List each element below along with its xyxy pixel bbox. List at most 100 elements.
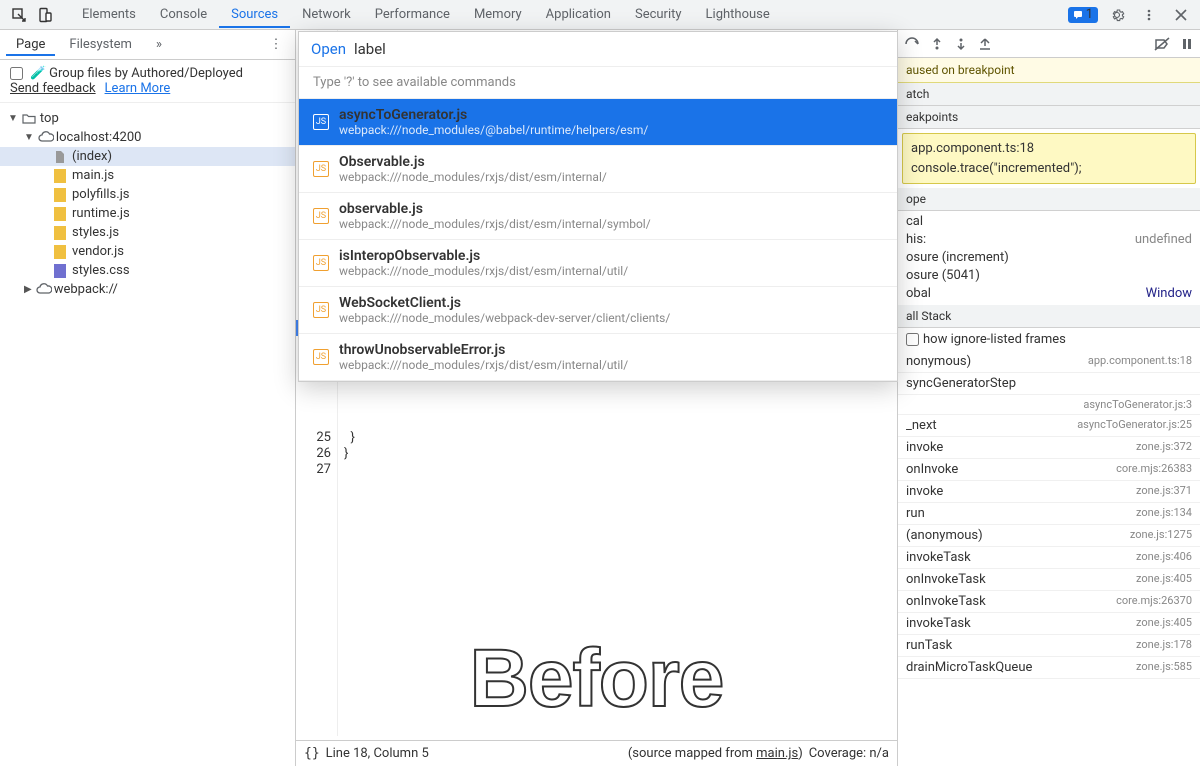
tree-item[interactable]: ▼localhost:4200 [0, 128, 295, 147]
learn-more-link[interactable]: Learn More [105, 81, 171, 96]
tree-item[interactable]: styles.js [0, 223, 295, 242]
step-into-icon[interactable] [954, 37, 968, 51]
feedback-link[interactable]: Send feedback [10, 81, 96, 96]
show-ignored-checkbox[interactable]: how ignore-listed frames [898, 328, 1200, 351]
resume-icon[interactable] [904, 37, 920, 51]
js-icon [54, 207, 68, 221]
tab-performance[interactable]: Performance [363, 1, 462, 28]
tree-item[interactable]: runtime.js [0, 204, 295, 223]
authored-label: Group files by Authored/Deployed [49, 66, 243, 81]
command-result[interactable]: JSthrowUnobservableError.jswebpack:///no… [299, 334, 897, 381]
debugger-toolbar [898, 30, 1200, 58]
scope-section[interactable]: ope [898, 188, 1200, 211]
navigator-panel: Page Filesystem » ⋮ 🧪 Group files by Aut… [0, 30, 296, 766]
source-map-info: (source mapped from main.js) [628, 746, 803, 761]
file-icon: JS [313, 208, 329, 224]
tree-label: (index) [72, 149, 112, 164]
callstack-frame[interactable]: invokezone.js:371 [898, 481, 1200, 503]
callstack-frame[interactable]: onInvokecore.mjs:26383 [898, 459, 1200, 481]
callstack-frame[interactable]: syncGeneratorStep [898, 373, 1200, 395]
tree-item[interactable]: styles.css [0, 261, 295, 280]
watch-section[interactable]: atch [898, 83, 1200, 106]
overflow-icon[interactable]: » [150, 36, 168, 54]
more-icon[interactable] [1140, 6, 1158, 24]
authored-checkbox[interactable] [10, 67, 23, 80]
callstack-frame[interactable]: runTaskzone.js:178 [898, 635, 1200, 657]
callstack-frame[interactable]: runzone.js:134 [898, 503, 1200, 525]
breakpoints-section[interactable]: eakpoints [898, 106, 1200, 129]
issues-badge[interactable]: 1 [1068, 7, 1098, 23]
debugger-panel: aused on breakpoint atch eakpoints app.c… [898, 30, 1200, 766]
cloud-icon [36, 283, 50, 297]
scope-row[interactable]: cal [906, 213, 1192, 231]
file-icon: JS [313, 161, 329, 177]
device-icon[interactable] [36, 6, 54, 24]
tree-label: styles.css [72, 263, 130, 278]
js-icon [54, 188, 68, 202]
tree-item[interactable]: main.js [0, 166, 295, 185]
callstack-frame[interactable]: nonymous)app.component.ts:18 [898, 351, 1200, 373]
breakpoint-item[interactable]: app.component.ts:18 console.trace("incre… [902, 133, 1196, 184]
tree-label: main.js [72, 168, 114, 183]
close-icon[interactable] [1172, 6, 1190, 24]
command-result[interactable]: JSobservable.jswebpack:///node_modules/r… [299, 193, 897, 240]
paused-message: aused on breakpoint [898, 58, 1200, 83]
callstack-frame[interactable]: invokezone.js:372 [898, 437, 1200, 459]
command-result[interactable]: JSisInteropObservable.jswebpack:///node_… [299, 240, 897, 287]
tree-label: polyfills.js [72, 187, 130, 202]
tab-security[interactable]: Security [623, 1, 694, 28]
tree-label: vendor.js [72, 244, 124, 259]
tree-item[interactable]: ▼top [0, 109, 295, 128]
callstack-frame[interactable]: invokeTaskzone.js:406 [898, 547, 1200, 569]
callstack-frame[interactable]: invokeTaskzone.js:405 [898, 613, 1200, 635]
callstack-frame[interactable]: (anonymous)zone.js:1275 [898, 525, 1200, 547]
more-nav-icon[interactable]: ⋮ [267, 36, 285, 54]
tree-label: localhost:4200 [56, 130, 142, 145]
file-icon: JS [313, 349, 329, 365]
file-icon: JS [313, 114, 329, 130]
tab-network[interactable]: Network [290, 1, 363, 28]
step-out-icon[interactable] [978, 37, 992, 51]
callstack-frame[interactable]: drainMicroTaskQueuezone.js:585 [898, 657, 1200, 679]
tree-item[interactable]: polyfills.js [0, 185, 295, 204]
flask-icon: 🧪 [30, 66, 46, 81]
callstack-frame[interactable]: _nextasyncToGenerator.js:25 [898, 415, 1200, 437]
file-icon: JS [313, 255, 329, 271]
scope-row[interactable]: osure (5041) [906, 267, 1192, 285]
scope-row[interactable]: osure (increment) [906, 249, 1192, 267]
tab-memory[interactable]: Memory [462, 1, 534, 28]
main-toolbar: ElementsConsoleSourcesNetworkPerformance… [0, 0, 1200, 30]
deactivate-bp-icon[interactable] [1154, 37, 1170, 51]
editor-status-bar: {} Line 18, Column 5 (source mapped from… [296, 740, 897, 766]
callstack-frame[interactable]: onInvokeTaskcore.mjs:26370 [898, 591, 1200, 613]
scope-row[interactable]: his:undefined [906, 231, 1192, 249]
tree-label: top [40, 111, 59, 126]
callstack-frame[interactable]: asyncToGenerator.js:3 [898, 395, 1200, 415]
tree-item[interactable]: vendor.js [0, 242, 295, 261]
tab-application[interactable]: Application [534, 1, 623, 28]
command-input[interactable] [354, 40, 885, 58]
command-result[interactable]: JSObservable.jswebpack:///node_modules/r… [299, 146, 897, 193]
tab-sources[interactable]: Sources [219, 1, 290, 28]
scope-row[interactable]: obalWindow [906, 285, 1192, 303]
settings-icon[interactable] [1108, 6, 1126, 24]
filesystem-tab[interactable]: Filesystem [59, 33, 142, 56]
tab-console[interactable]: Console [148, 1, 219, 28]
file-icon: JS [313, 302, 329, 318]
tab-lighthouse[interactable]: Lighthouse [694, 1, 782, 28]
format-icon[interactable]: {} [304, 746, 320, 761]
inspect-icon[interactable] [10, 6, 28, 24]
step-over-icon[interactable] [930, 37, 944, 51]
tree-item[interactable]: ▶webpack:// [0, 280, 295, 299]
callstack-section[interactable]: all Stack [898, 305, 1200, 328]
pause-exceptions-icon[interactable] [1180, 37, 1194, 51]
command-hint: Type '?' to see available commands [299, 67, 897, 99]
tree-item[interactable]: (index) [0, 147, 295, 166]
tree-label: webpack:// [54, 282, 118, 297]
js-icon [54, 226, 68, 240]
command-result[interactable]: JSWebSocketClient.jswebpack:///node_modu… [299, 287, 897, 334]
tab-elements[interactable]: Elements [70, 1, 148, 28]
callstack-frame[interactable]: onInvokeTaskzone.js:405 [898, 569, 1200, 591]
page-tab[interactable]: Page [6, 33, 55, 56]
command-result[interactable]: JSasyncToGenerator.jswebpack:///node_mod… [299, 99, 897, 146]
